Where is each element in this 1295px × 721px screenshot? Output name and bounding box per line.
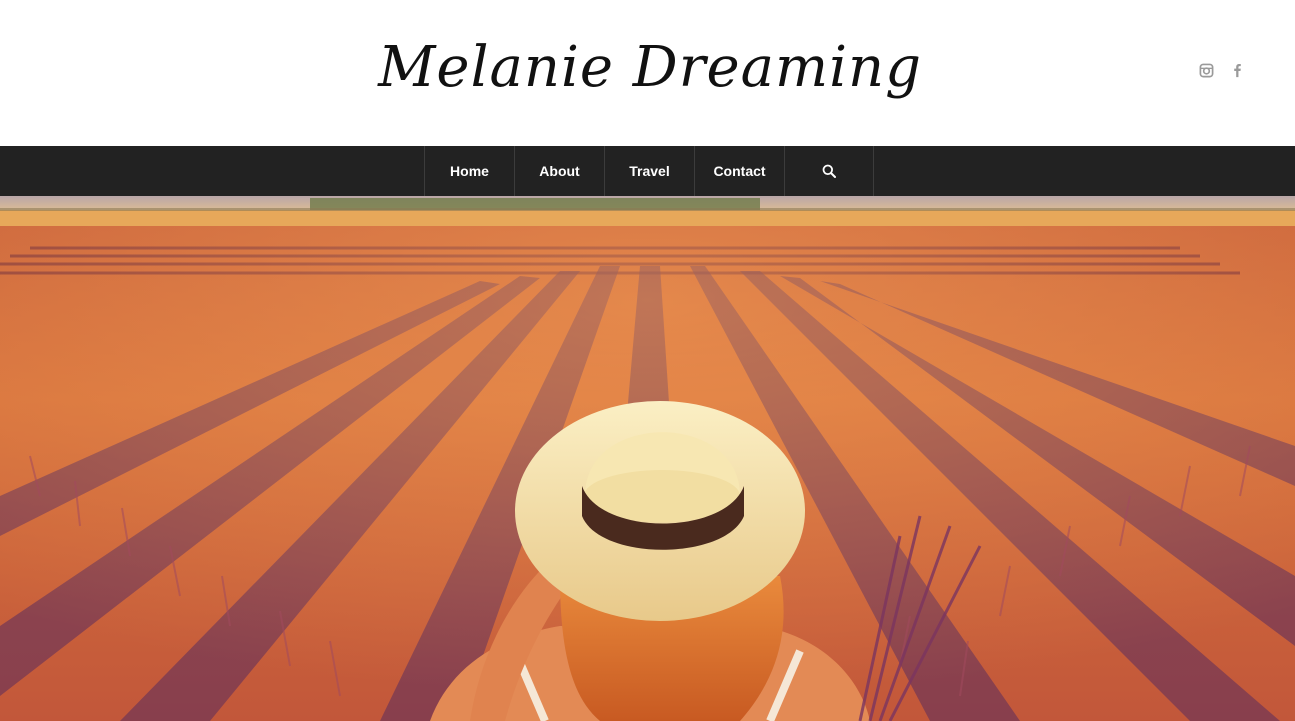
site-header: Melanie Dreaming: [0, 0, 1295, 146]
lavender-field-illustration: [0, 196, 1295, 721]
facebook-icon[interactable]: [1230, 62, 1245, 79]
nav-item-about[interactable]: About: [515, 146, 605, 196]
social-links: [1199, 62, 1245, 79]
nav-search-button[interactable]: [785, 146, 874, 196]
nav-item-contact[interactable]: Contact: [695, 146, 785, 196]
instagram-icon[interactable]: [1199, 62, 1214, 79]
nav-item-home[interactable]: Home: [425, 146, 515, 196]
nav-list: Home About Travel Contact: [424, 146, 874, 196]
search-icon: [822, 164, 836, 178]
main-nav: Home About Travel Contact: [0, 146, 1295, 196]
hero-image: [0, 196, 1295, 721]
site-logo[interactable]: Melanie Dreaming: [378, 22, 921, 112]
nav-item-travel[interactable]: Travel: [605, 146, 695, 196]
